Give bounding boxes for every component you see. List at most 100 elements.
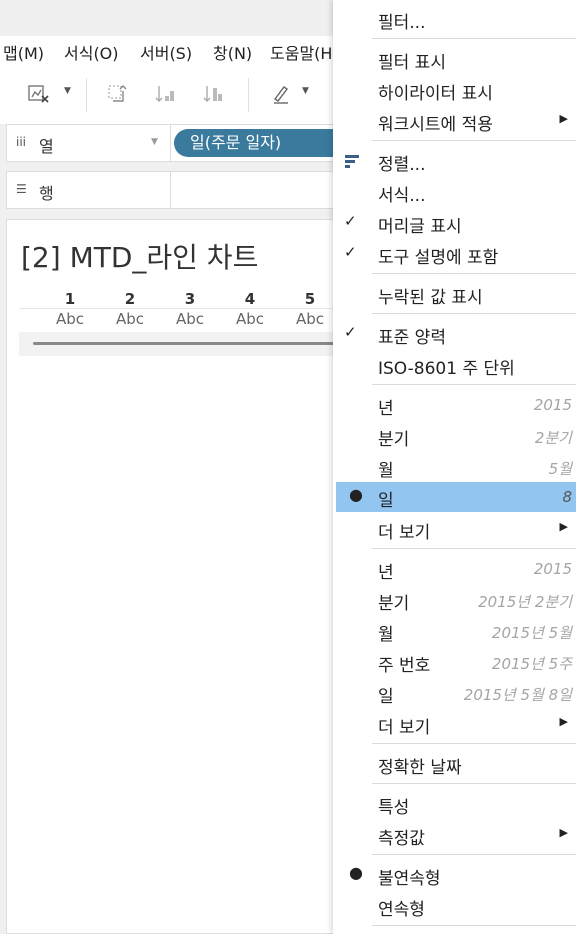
- menu-item-date-part-month[interactable]: 월 5월: [336, 452, 576, 482]
- menu-item-more-date-parts[interactable]: 더 보기 ▶: [336, 514, 576, 544]
- clear-sheet-icon[interactable]: [28, 84, 50, 108]
- menu-item-label: 워크시트에 적용: [378, 115, 493, 135]
- checkmark-icon: ✓: [344, 243, 357, 261]
- menu-item-label: 년: [378, 563, 394, 583]
- date-day-pill[interactable]: 일(주문 일자): [174, 129, 336, 157]
- menu-item-example: 2015: [533, 560, 572, 578]
- submenu-arrow-icon: ▶: [559, 112, 568, 125]
- highlight-dropdown-icon[interactable]: ▼: [302, 86, 309, 96]
- shelf-dropdown-icon[interactable]: ▼: [151, 137, 158, 147]
- rows-shelf[interactable]: ☰ 행: [6, 171, 336, 209]
- menu-separator: [372, 743, 576, 744]
- columns-label: 열: [39, 137, 54, 156]
- menu-item-sort[interactable]: 정렬...: [336, 146, 576, 176]
- toolbar: ▼ ▼: [0, 64, 340, 124]
- menu-item-label: 머리글 표시: [378, 217, 462, 237]
- menu-item-label: 년: [378, 399, 394, 419]
- menu-item-attribute[interactable]: 특성: [336, 789, 576, 819]
- menu-item-date-value-week[interactable]: 주 번호 2015년 5주: [336, 647, 576, 677]
- menu-item-measure[interactable]: 측정값 ▶: [336, 820, 576, 850]
- highlight-pen-icon[interactable]: [272, 84, 290, 108]
- rows-label: 행: [39, 184, 54, 203]
- menu-item-label: 도구 설명에 포함: [378, 248, 499, 268]
- menu-item-example: 2015년 5월 8일: [463, 686, 572, 704]
- menu-item-label: 더 보기: [378, 523, 431, 543]
- column-header[interactable]: 4: [230, 290, 270, 308]
- submenu-arrow-icon: ▶: [559, 520, 568, 533]
- menu-item-label: 정확한 날짜: [378, 758, 462, 778]
- menu-item-show-highlighter[interactable]: 하이라이터 표시: [336, 75, 576, 105]
- menu-item-date-value-day[interactable]: 일 2015년 5월 8일: [336, 678, 576, 708]
- menu-item-label: 월: [378, 625, 394, 645]
- menu-item-example: 5월: [548, 460, 572, 478]
- table-cell[interactable]: Abc: [170, 310, 210, 328]
- menu-item-show-missing-values[interactable]: 누락된 값 표시: [336, 279, 576, 309]
- scrollbar-thumb[interactable]: [33, 342, 337, 345]
- menu-item-iso-week[interactable]: ISO-8601 주 단위: [336, 350, 576, 380]
- menu-separator: [372, 273, 576, 274]
- menu-item-filter[interactable]: 필터...: [336, 4, 576, 34]
- menu-item-label: 표준 양력: [378, 328, 446, 348]
- toolbar-divider: [248, 78, 249, 112]
- column-header[interactable]: 3: [170, 290, 210, 308]
- menu-separator: [372, 140, 576, 141]
- column-header[interactable]: 1: [50, 290, 90, 308]
- menu-item-date-value-month[interactable]: 월 2015년 5월: [336, 616, 576, 646]
- clear-dropdown-icon[interactable]: ▼: [64, 86, 71, 96]
- menu-item-exact-date[interactable]: 정확한 날짜: [336, 749, 576, 779]
- sort-ascending-icon[interactable]: [155, 84, 177, 108]
- sheet-title: [2] MTD_라인 차트: [21, 241, 259, 274]
- menu-item-date-part-quarter[interactable]: 분기 2분기: [336, 421, 576, 451]
- sort-descending-icon[interactable]: [203, 84, 225, 108]
- menu-item-more-date-values[interactable]: 더 보기 ▶: [336, 709, 576, 739]
- menu-item-date-part-year[interactable]: 년 2015: [336, 390, 576, 420]
- menu-item-standard-calendar[interactable]: ✓ 표준 양력: [336, 319, 576, 349]
- swap-rows-columns-icon[interactable]: [107, 84, 127, 108]
- menu-separator: [372, 925, 576, 926]
- menu-format[interactable]: 서식(O): [64, 40, 119, 64]
- menu-separator: [372, 38, 576, 39]
- menu-help[interactable]: 도움말(H): [270, 40, 339, 64]
- table-cell[interactable]: Abc: [110, 310, 150, 328]
- table-cell[interactable]: Abc: [290, 310, 330, 328]
- rows-icon: ☰: [16, 182, 27, 196]
- table-cell[interactable]: Abc: [50, 310, 90, 328]
- menu-item-label: 하이라이터 표시: [378, 84, 493, 104]
- menu-item-date-value-year[interactable]: 년 2015: [336, 554, 576, 584]
- worksheet-canvas: [2] MTD_라인 차트 1 2 3 4 5 Abc Abc Abc Abc …: [6, 219, 337, 934]
- column-header[interactable]: 2: [110, 290, 150, 308]
- menu-item-label: 더 보기: [378, 718, 431, 738]
- menu-item-show-header[interactable]: ✓ 머리글 표시: [336, 208, 576, 238]
- menu-item-date-part-day[interactable]: ● 일 8: [336, 482, 576, 512]
- shelf-divider: [170, 125, 171, 161]
- submenu-arrow-icon: ▶: [559, 715, 568, 728]
- menu-item-format[interactable]: 서식...: [336, 177, 576, 207]
- menu-item-label: 측정값: [378, 829, 425, 849]
- menu-item-example: 2015년 2분기: [478, 593, 572, 611]
- menu-separator: [372, 548, 576, 549]
- menu-server[interactable]: 서버(S): [140, 40, 192, 64]
- menu-item-continuous[interactable]: 연속형: [336, 891, 576, 921]
- menu-item-label: 불연속형: [378, 869, 441, 889]
- menu-item-discrete[interactable]: ● 불연속형: [336, 860, 576, 890]
- menu-item-example: 2분기: [534, 429, 572, 447]
- checkmark-icon: ✓: [344, 323, 357, 341]
- shelf-divider: [170, 172, 171, 208]
- context-menu: 필터... 필터 표시 하이라이터 표시 워크시트에 적용 ▶ 정렬... 서식.…: [333, 0, 588, 934]
- menu-window[interactable]: 창(N): [213, 40, 252, 64]
- menu-map[interactable]: 맵(M): [3, 40, 44, 64]
- menu-item-apply-to-worksheets[interactable]: 워크시트에 적용 ▶: [336, 106, 576, 136]
- checkmark-icon: ✓: [344, 212, 357, 230]
- menu-item-label: 분기: [378, 594, 410, 614]
- menu-item-show-filter[interactable]: 필터 표시: [336, 44, 576, 74]
- menu-separator: [372, 313, 576, 314]
- submenu-arrow-icon: ▶: [559, 826, 568, 839]
- menu-item-label: 누락된 값 표시: [378, 288, 483, 308]
- menu-item-date-value-quarter[interactable]: 분기 2015년 2분기: [336, 585, 576, 615]
- bullet-icon: ●: [349, 863, 363, 882]
- column-header[interactable]: 5: [290, 290, 330, 308]
- table-cell[interactable]: Abc: [230, 310, 270, 328]
- menu-item-label: 연속형: [378, 900, 425, 920]
- menu-separator: [372, 783, 576, 784]
- menu-item-include-in-tooltip[interactable]: ✓ 도구 설명에 포함: [336, 239, 576, 269]
